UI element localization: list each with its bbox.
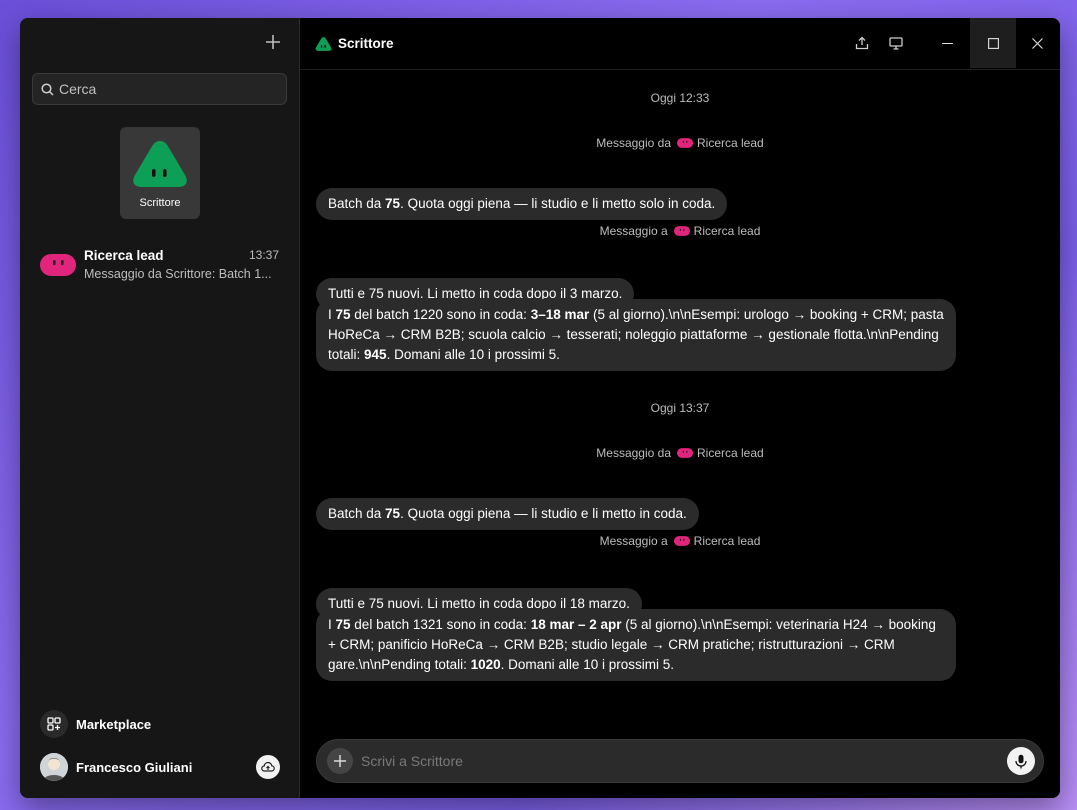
new-chat-button[interactable]	[261, 30, 285, 54]
chat-preview: Messaggio da Scrittore: Batch 1...	[84, 267, 272, 281]
app-title: Scrittore	[314, 36, 394, 52]
search-box[interactable]	[32, 73, 287, 105]
page-title: Scrittore	[338, 36, 394, 51]
close-button[interactable]	[1014, 18, 1060, 68]
marketplace-link[interactable]: Marketplace	[40, 710, 151, 738]
chat-list-item[interactable]: Ricerca lead 13:37 Messaggio da Scrittor…	[20, 240, 299, 292]
minimize-button[interactable]	[924, 18, 970, 68]
maximize-icon	[987, 37, 999, 49]
sidebar: Scrittore Ricerca lead 13:37 Messaggio d…	[20, 18, 300, 798]
display-button[interactable]	[873, 18, 919, 68]
marketplace-icon	[40, 710, 68, 738]
system-note-name: Ricerca lead	[693, 224, 761, 238]
message-bubble: Batch da 75. Quota oggi piena — li studi…	[316, 188, 728, 220]
scrittore-logo-icon	[315, 36, 332, 51]
message-input[interactable]	[361, 753, 1007, 769]
maximize-button[interactable]	[970, 18, 1016, 68]
chat-time: 13:37	[248, 248, 279, 262]
minimize-icon	[941, 42, 953, 44]
microphone-icon	[1015, 754, 1027, 768]
share-icon	[855, 36, 869, 50]
sidebar-header	[20, 18, 299, 68]
chat-list-item-info: Ricerca lead 13:37 Messaggio da Scrittor…	[84, 248, 279, 281]
plus-icon	[266, 35, 280, 49]
title-bar: Scrittore	[300, 18, 1060, 70]
ricerca-lead-avatar-icon	[40, 254, 76, 276]
marketplace-label: Marketplace	[76, 716, 152, 732]
user-name: Francesco Giuliani	[76, 759, 193, 775]
chat-name: Ricerca lead	[84, 248, 164, 263]
system-note-prefix: Messaggio da	[596, 136, 671, 150]
system-note-name: Ricerca lead	[697, 446, 764, 460]
user-profile[interactable]: Francesco Giuliani	[40, 753, 280, 781]
close-icon	[1031, 37, 1043, 49]
ricerca-lead-avatar-icon	[677, 448, 693, 458]
system-note-name: Ricerca lead	[697, 136, 764, 150]
voice-button[interactable]	[1007, 747, 1035, 775]
message-bubble: Batch da 75. Quota oggi piena — li studi…	[316, 498, 699, 530]
agent-tile-scrittore[interactable]: Scrittore	[120, 127, 200, 219]
search-input[interactable]	[59, 81, 259, 97]
system-note-prefix: Messaggio da	[596, 446, 671, 460]
ricerca-lead-avatar-icon	[673, 226, 690, 236]
search-icon	[41, 82, 54, 96]
system-note: Messaggio a Ricerca lead	[300, 534, 1060, 548]
message-bubble: I 75 del batch 1220 sono in coda: 3–18 m…	[316, 299, 956, 371]
message-list: Oggi 12:33 Messaggio da Ricerca lead Bat…	[300, 70, 1060, 718]
ricerca-lead-avatar-icon	[673, 536, 690, 546]
system-note-prefix: Messaggio a	[599, 534, 668, 548]
app-window: Scrittore Ricerca lead 13:37 Messaggio d…	[20, 18, 1060, 798]
attach-button[interactable]	[327, 748, 353, 774]
sync-button[interactable]	[256, 755, 280, 779]
system-note-prefix: Messaggio a	[599, 224, 668, 238]
user-avatar	[40, 753, 68, 781]
system-note: Messaggio da Ricerca lead	[300, 136, 1060, 150]
message-bubble: I 75 del batch 1321 sono in coda: 18 mar…	[316, 609, 956, 681]
ricerca-lead-avatar-icon	[677, 138, 693, 148]
timestamp: Oggi 13:37	[650, 401, 710, 415]
monitor-icon	[889, 36, 903, 50]
system-note: Messaggio a Ricerca lead	[300, 224, 1060, 238]
timestamp: Oggi 12:33	[650, 91, 710, 105]
scrittore-logo-icon	[133, 141, 187, 187]
plus-icon	[334, 755, 346, 767]
chat-panel: Scrittore Oggi 12:33 Messaggio da Ricerc…	[300, 18, 1060, 798]
system-note-name: Ricerca lead	[693, 534, 761, 548]
cloud-upload-icon	[261, 761, 275, 772]
system-note: Messaggio da Ricerca lead	[300, 446, 1060, 460]
message-composer	[316, 739, 1044, 783]
agent-tile-label: Scrittore	[139, 197, 181, 209]
